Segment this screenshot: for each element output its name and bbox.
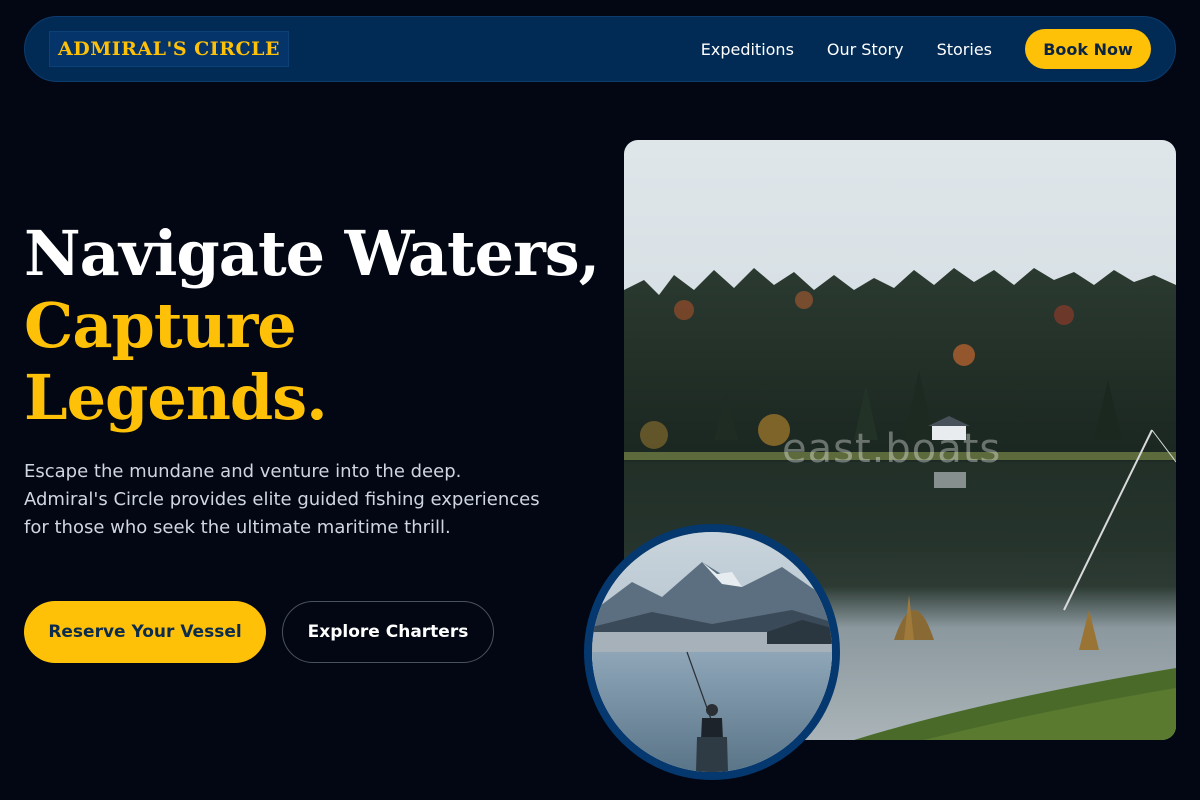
hero-inset-image <box>584 524 840 780</box>
explore-charters-button[interactable]: Explore Charters <box>282 601 494 663</box>
headline-line-1: Navigate Waters, <box>24 217 600 290</box>
nav-link-expeditions[interactable]: Expeditions <box>701 40 794 59</box>
nav-link-stories[interactable]: Stories <box>937 40 992 59</box>
book-now-button[interactable]: Book Now <box>1025 29 1151 69</box>
image-watermark: east.boats <box>782 426 1002 472</box>
headline-line-3: Legends. <box>24 361 328 434</box>
reserve-vessel-button[interactable]: Reserve Your Vessel <box>24 601 266 663</box>
angler-mountain-lake-image <box>592 532 832 772</box>
navbar: ADMIRAL'S CIRCLE Expeditions Our Story S… <box>24 16 1176 82</box>
hero-headline: Navigate Waters, Capture Legends. <box>24 217 600 434</box>
nav-link-our-story[interactable]: Our Story <box>827 40 904 59</box>
headline-line-2: Capture <box>24 289 297 362</box>
hero-description: Escape the mundane and venture into the … <box>24 461 540 538</box>
nav-links: Expeditions Our Story Stories Book Now <box>701 29 1151 69</box>
brand-logo[interactable]: ADMIRAL'S CIRCLE <box>49 31 289 67</box>
